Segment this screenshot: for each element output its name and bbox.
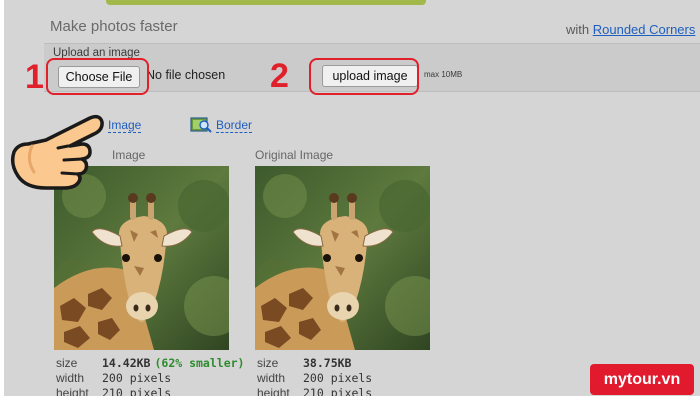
width-label: width — [257, 371, 286, 385]
file-status-text: No file chosen — [146, 68, 226, 82]
image-link[interactable]: Image — [108, 118, 142, 133]
savings-text: (62% smaller) — [154, 356, 245, 370]
height-label: height — [257, 386, 290, 396]
rounded-corners-link[interactable]: Rounded Corners — [593, 22, 696, 37]
size-label: size — [257, 356, 279, 370]
top-banner-strip — [106, 0, 426, 5]
step-1-number: 1 — [25, 58, 44, 96]
max-size-note: max 10MB — [424, 70, 463, 79]
screenshot-frame: Make photos faster with Rounded Corners … — [0, 0, 700, 405]
original-image-caption: Original Image — [255, 148, 334, 162]
width-value: 200 pixels — [102, 371, 172, 385]
step-2-number: 2 — [270, 57, 289, 95]
step-2-highlight — [309, 58, 419, 95]
border-link[interactable]: Border — [216, 118, 253, 133]
optimized-image-caption: Image — [112, 148, 146, 162]
size-value: 38.75KB — [303, 356, 352, 370]
original-giraffe-image — [255, 166, 430, 350]
original-image-stats: size 38.75KB width 200 pixels height 210… — [257, 356, 372, 396]
step-1-highlight — [46, 58, 149, 95]
with-label: with — [566, 22, 590, 37]
pointing-hand-icon — [10, 114, 104, 190]
width-label: width — [56, 371, 85, 385]
size-value: 14.42KB — [102, 356, 151, 370]
optimized-giraffe-image — [54, 166, 229, 350]
rounded-corners-promo: with Rounded Corners — [566, 22, 695, 37]
optimized-image-stats: size 14.42KB (62% smaller) width 200 pix… — [56, 356, 244, 396]
magnifier-image-icon — [190, 117, 212, 133]
page-title: Make photos faster — [50, 18, 178, 35]
height-label: height — [56, 386, 89, 396]
mytour-watermark: mytour.vn — [590, 364, 694, 395]
width-value: 200 pixels — [303, 371, 373, 385]
height-value: 210 pixels — [303, 386, 373, 396]
height-value: 210 pixels — [102, 386, 172, 396]
size-label: size — [56, 356, 78, 370]
